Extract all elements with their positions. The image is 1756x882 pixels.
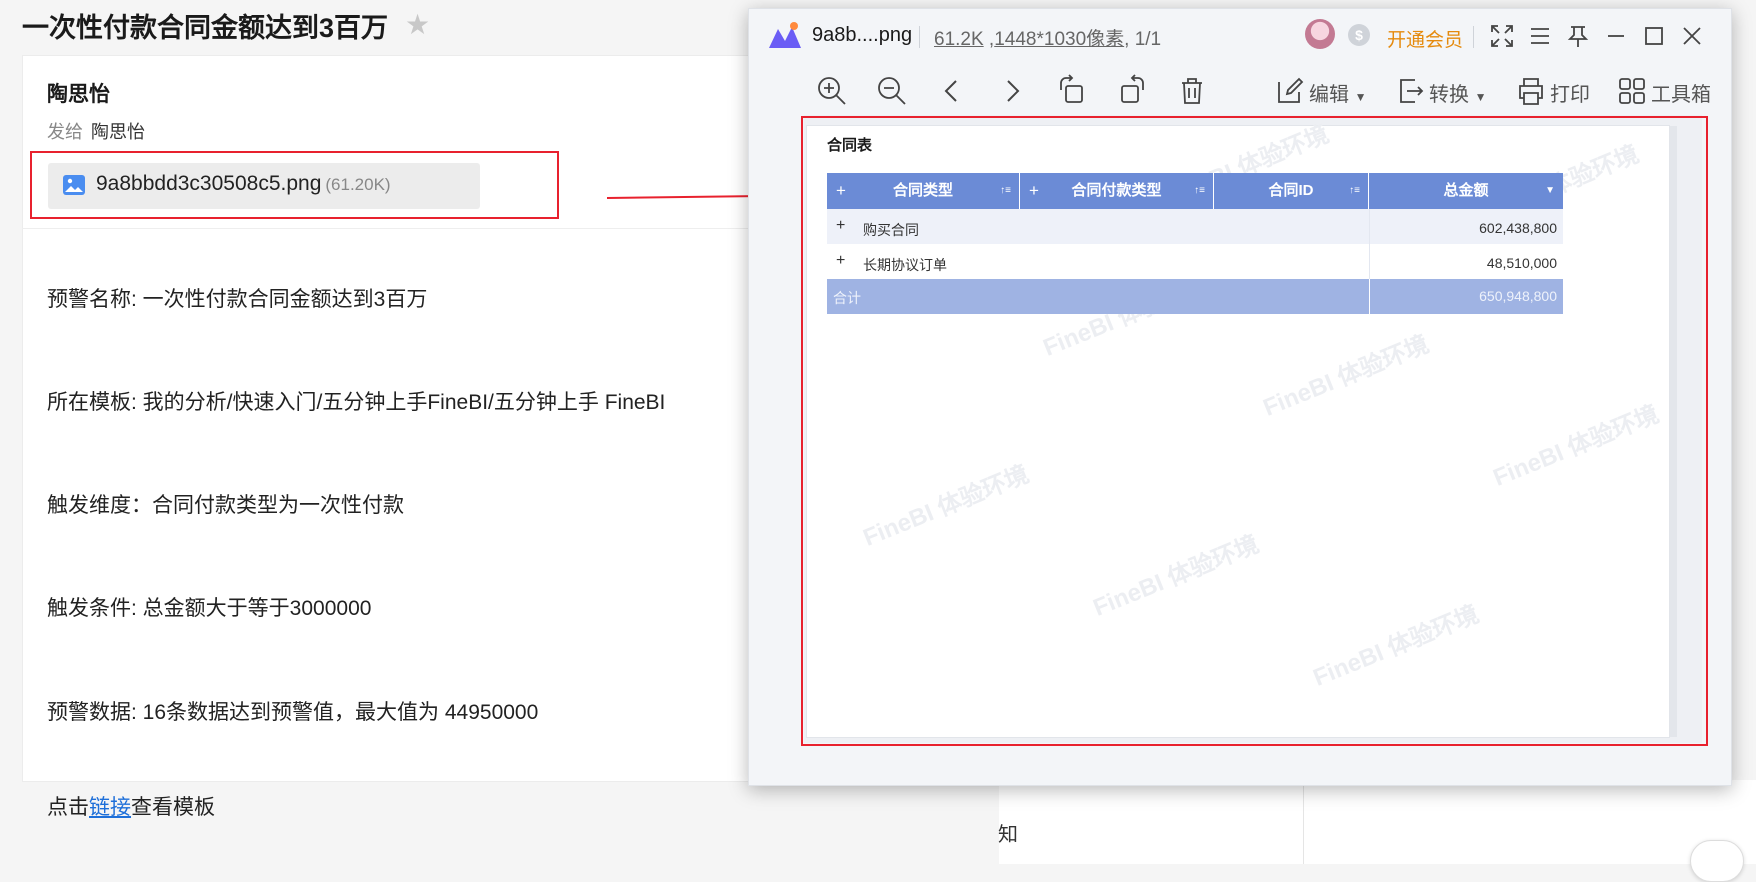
coin-icon[interactable]: $ — [1348, 24, 1370, 46]
rotate-left-icon[interactable] — [1055, 74, 1089, 108]
link-suffix: 查看模板 — [131, 796, 215, 819]
template-link-line: 点击链接查看模板 — [47, 791, 215, 821]
recipient-row: 发给 陶思怡 — [47, 118, 145, 144]
file-size[interactable]: 61.2K — [934, 29, 984, 50]
image-highlight-box — [801, 116, 1708, 746]
bottom-divider — [1303, 780, 1304, 864]
fullscreen-icon[interactable] — [1487, 21, 1517, 51]
maximize-icon[interactable] — [1639, 21, 1669, 51]
help-floating-button[interactable] — [1690, 840, 1744, 882]
image-dimensions[interactable]: 1448*1030像素 — [994, 29, 1124, 50]
pin-icon[interactable] — [1563, 21, 1593, 51]
alert-name-line: 预警名称: 一次性付款合同金额达到3百万 — [47, 288, 428, 311]
title-separator — [919, 26, 920, 48]
image-viewer-window: 9a8b....png 61.2K ,1448*1030像素, 1/1 $ 开通… — [748, 8, 1732, 786]
viewer-logo-icon — [769, 22, 801, 48]
trigger-dimension-line: 触发维度：合同付款类型为一次性付款 — [47, 494, 404, 517]
toolbox-button[interactable]: 工具箱 — [1651, 78, 1711, 107]
viewer-file-meta: 61.2K ,1448*1030像素, 1/1 — [934, 29, 1162, 50]
print-icon[interactable] — [1514, 74, 1548, 108]
link-prefix: 点击 — [47, 796, 89, 819]
recipient-name[interactable]: 陶思怡 — [91, 122, 145, 142]
convert-icon[interactable] — [1393, 74, 1427, 108]
edit-button[interactable]: 编辑 ▼ — [1309, 78, 1366, 107]
zoom-in-icon[interactable] — [815, 74, 849, 108]
vip-button[interactable]: 开通会员 — [1387, 25, 1463, 52]
zoom-out-icon[interactable] — [875, 74, 909, 108]
convert-button[interactable]: 转换 ▼ — [1429, 78, 1486, 107]
alert-data-line: 预警数据: 16条数据达到预警值，最大值为 44950000 — [47, 701, 539, 724]
previous-icon[interactable] — [935, 74, 969, 108]
attachment-highlight-box — [30, 151, 559, 219]
minimize-icon[interactable] — [1601, 21, 1631, 51]
template-link[interactable]: 链接 — [89, 796, 131, 819]
next-icon[interactable] — [995, 74, 1029, 108]
print-button[interactable]: 打印 — [1550, 78, 1590, 107]
sender-name: 陶思怡 — [47, 83, 110, 106]
page-count: , 1/1 — [1124, 29, 1162, 50]
title-separator — [1473, 26, 1474, 48]
delete-icon[interactable] — [1175, 74, 1209, 108]
mail-subject-title: 一次性付款合同金额达到3百万 — [22, 13, 389, 43]
bottom-panel — [999, 780, 1756, 864]
menu-icon[interactable] — [1525, 21, 1555, 51]
viewer-filename: 9a8b....png — [812, 24, 913, 46]
rotate-right-icon[interactable] — [1115, 74, 1149, 108]
star-icon[interactable]: ★ — [405, 8, 430, 41]
edit-icon[interactable] — [1273, 74, 1307, 108]
user-avatar[interactable] — [1305, 19, 1335, 49]
template-path-line: 所在模板: 我的分析/快速入门/五分钟上手FineBI/五分钟上手 FineBI — [47, 391, 666, 414]
close-icon[interactable] — [1677, 21, 1707, 51]
bottom-partial-text: 知 — [998, 824, 1018, 846]
trigger-condition-line: 触发条件: 总金额大于等于3000000 — [47, 597, 372, 620]
to-label: 发给 — [47, 122, 83, 142]
toolbox-icon[interactable] — [1615, 74, 1649, 108]
